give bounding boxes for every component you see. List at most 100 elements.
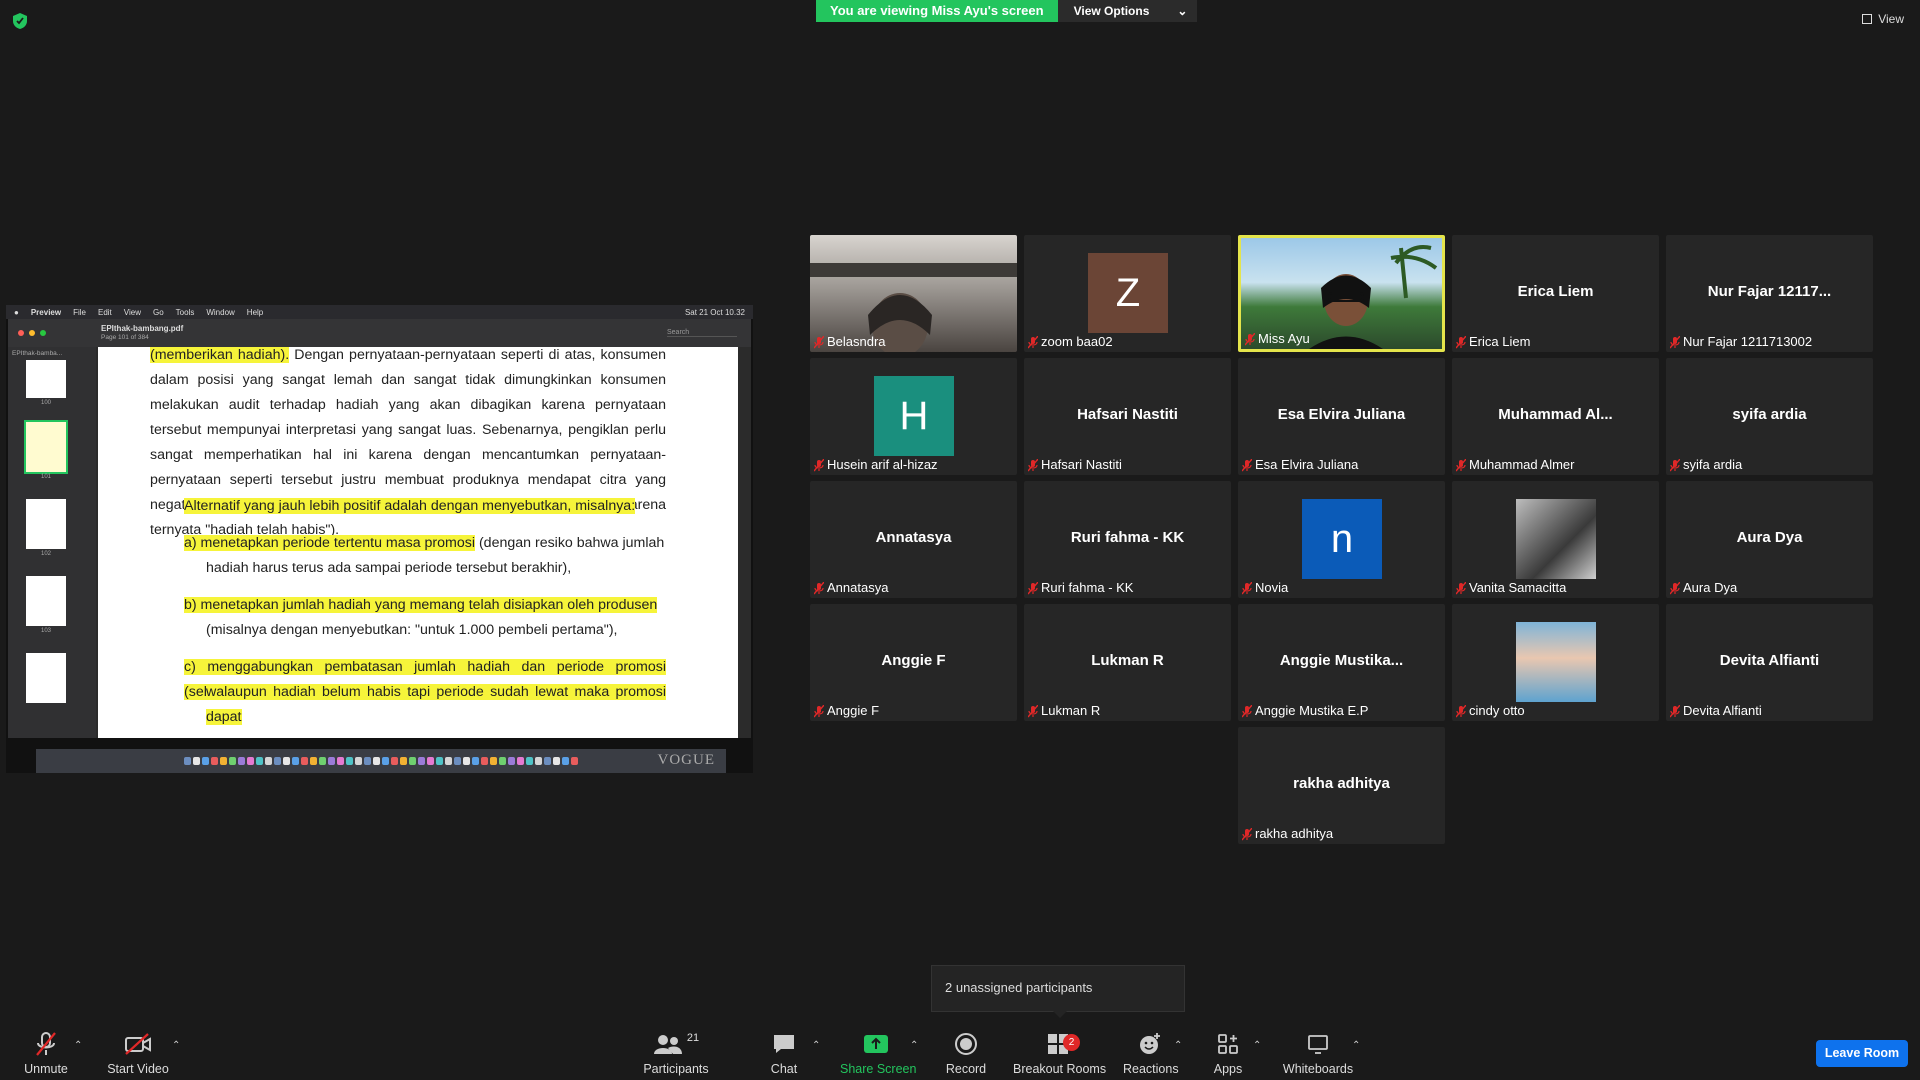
participants-button[interactable]: 21 Participants [640, 1030, 712, 1076]
participant-display-name: syifa ardia [1732, 406, 1807, 423]
muted-mic-icon [1670, 335, 1680, 348]
participant-name-label: Devita Alfianti [1683, 703, 1762, 718]
participant-tile[interactable]: rakha adhitya rakha adhitya [1238, 727, 1445, 844]
start-video-button[interactable]: Start Video [106, 1030, 170, 1076]
whiteboards-label: Whiteboards [1282, 1062, 1354, 1076]
record-button[interactable]: Record [944, 1030, 988, 1076]
participant-footer: Esa Elvira Juliana [1242, 457, 1358, 472]
muted-mic-icon [1028, 335, 1038, 348]
muted-mic-icon [1242, 458, 1252, 471]
mac-menu-bar: ● Preview File Edit View Go Tools Window… [6, 305, 753, 319]
list-item-b-line2: (misalnya dengan menyebutkan: "untuk 1.0… [206, 622, 618, 638]
participant-tile[interactable]: H Husein arif al-hizaz [810, 358, 1017, 475]
participant-footer: Anggie Mustika E.P [1242, 703, 1368, 718]
participant-tile[interactable]: Muhammad Al... Muhammad Almer [1452, 358, 1659, 475]
participant-tile[interactable]: Nur Fajar 12117... Nur Fajar 1211713002 [1666, 235, 1873, 352]
whiteboards-button[interactable]: Whiteboards [1282, 1030, 1354, 1076]
reactions-options-caret-icon[interactable]: ⌃ [1174, 1040, 1182, 1051]
participant-footer: syifa ardia [1670, 457, 1742, 472]
breakout-rooms-button[interactable]: Breakout Rooms [1013, 1030, 1106, 1076]
dock-app-icon [526, 757, 533, 765]
participant-tile[interactable]: Annatasya Annatasya [810, 481, 1017, 598]
chat-button[interactable]: Chat [766, 1030, 802, 1076]
profile-photo [1516, 499, 1596, 579]
leave-room-button[interactable]: Leave Room [1816, 1040, 1908, 1067]
muted-mic-icon [1242, 581, 1252, 594]
video-options-caret-icon[interactable]: ⌃ [172, 1040, 180, 1051]
menu-item: Help [246, 307, 264, 317]
dock-app-icon [544, 757, 551, 765]
participant-footer: Husein arif al-hizaz [814, 457, 938, 472]
thumb-label: 100 [40, 400, 51, 406]
page-thumbnail: 103 [26, 576, 66, 634]
dock-app-icon [391, 757, 398, 765]
participant-tile[interactable]: syifa ardia syifa ardia [1666, 358, 1873, 475]
participant-name-label: rakha adhitya [1255, 826, 1334, 841]
profile-photo [1516, 622, 1596, 702]
participant-tile[interactable]: Belasndra [810, 235, 1017, 352]
participant-footer: Nur Fajar 1211713002 [1670, 334, 1812, 349]
list-item-a: a) menetapkan periode tertentu masa prom… [184, 531, 666, 556]
chat-label: Chat [770, 1062, 798, 1076]
share-options-caret-icon[interactable]: ⌃ [910, 1040, 918, 1051]
whiteboards-options-caret-icon[interactable]: ⌃ [1352, 1040, 1360, 1051]
unmute-button[interactable]: Unmute [22, 1030, 70, 1076]
muted-mic-icon [1670, 704, 1680, 717]
participant-name-label: Anggie Mustika E.P [1255, 703, 1369, 718]
shared-screen[interactable]: ● Preview File Edit View Go Tools Window… [6, 305, 753, 773]
security-shield-icon[interactable] [12, 12, 28, 30]
menu-item: Edit [97, 307, 112, 317]
muted-mic-icon [1670, 458, 1680, 471]
reactions-button[interactable]: Reactions [1123, 1030, 1179, 1076]
participant-name-label: Miss Ayu [1258, 331, 1310, 346]
muted-mic-icon [1456, 335, 1466, 348]
participant-tile[interactable]: Anggie F Anggie F [810, 604, 1017, 721]
participant-name-label: syifa ardia [1683, 457, 1743, 472]
participant-tile[interactable]: cindy otto [1452, 604, 1659, 721]
participant-tile[interactable]: Aura Dya Aura Dya [1666, 481, 1873, 598]
participant-name-label: Erica Liem [1469, 334, 1531, 349]
preview-file-name: EPIthak-bambang.pdf [101, 324, 184, 333]
view-options-button[interactable]: View Options ⌄ [1057, 0, 1198, 22]
apps-button[interactable]: Apps [1210, 1030, 1246, 1076]
dock-app-icon [355, 757, 362, 765]
participant-tile[interactable]: Hafsari Nastiti Hafsari Nastiti [1024, 358, 1231, 475]
participant-footer: Devita Alfianti [1670, 703, 1762, 718]
chat-options-caret-icon[interactable]: ⌃ [812, 1040, 820, 1051]
page-thumbnail [26, 653, 66, 703]
zoom-meeting-window: You are viewing Miss Ayu's screen View O… [0, 0, 1920, 1080]
minimize-dot-icon [29, 330, 35, 336]
zoom-dot-icon [40, 330, 46, 336]
avatar-initial: n [1302, 499, 1382, 579]
menu-item: Preview [30, 307, 62, 317]
smiley-plus-icon [1123, 1030, 1177, 1058]
muted-mic-icon [1242, 704, 1252, 717]
dock-app-icon [400, 757, 407, 765]
apps-options-caret-icon[interactable]: ⌃ [1253, 1040, 1261, 1051]
apps-label: Apps [1213, 1062, 1243, 1076]
muted-mic-icon [1670, 581, 1680, 594]
participant-tile[interactable]: Lukman R Lukman R [1024, 604, 1231, 721]
participant-display-name: Esa Elvira Juliana [1277, 406, 1406, 423]
dock-app-icon [490, 757, 497, 765]
unassigned-participants-toast[interactable]: 2 unassigned participants [931, 965, 1185, 1012]
view-layout-button[interactable]: View [1862, 12, 1904, 26]
participant-tile[interactable]: Esa Elvira Juliana Esa Elvira Juliana [1238, 358, 1445, 475]
participant-tile[interactable]: Zzoom baa02 [1024, 235, 1231, 352]
share-screen-label: Share Screen [840, 1062, 917, 1076]
participant-name-label: Belasndra [827, 334, 886, 349]
participant-tile[interactable]: Vanita Samacitta [1452, 481, 1659, 598]
audio-options-caret-icon[interactable]: ⌃ [74, 1040, 82, 1051]
share-screen-button[interactable]: Share Screen [840, 1030, 917, 1076]
participant-tile[interactable]: Ruri fahma - KK Ruri fahma - KK [1024, 481, 1231, 598]
participant-tile[interactable]: Erica Liem Erica Liem [1452, 235, 1659, 352]
participant-tile[interactable]: Miss Ayu [1238, 235, 1445, 352]
participant-tile[interactable]: Devita Alfianti Devita Alfianti [1666, 604, 1873, 721]
participant-tile[interactable]: Anggie Mustika... Anggie Mustika E.P [1238, 604, 1445, 721]
participant-display-name: Nur Fajar 12117... [1707, 283, 1832, 300]
participant-tile[interactable]: n Novia [1238, 481, 1445, 598]
thumb-label: 102 [40, 551, 51, 557]
dock-app-icon [553, 757, 560, 765]
participant-name-label: Muhammad Almer [1469, 457, 1575, 472]
participant-name-label: zoom baa02 [1041, 334, 1113, 349]
